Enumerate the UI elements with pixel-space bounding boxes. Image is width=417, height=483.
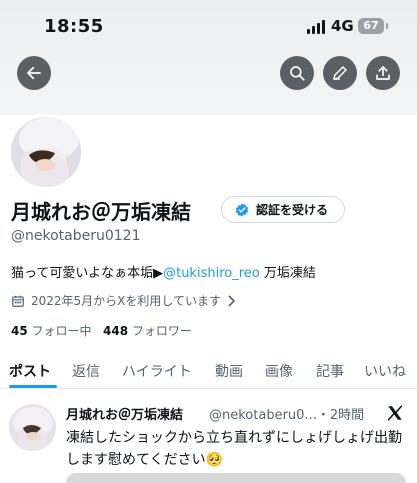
tab-videos[interactable]: 動画 bbox=[215, 361, 243, 381]
joined-date[interactable]: 2022年5月からXを利用しています bbox=[11, 292, 237, 309]
tweet-author-handle: @nekotaberu0... bbox=[209, 408, 317, 423]
get-verified-button[interactable]: 認証を受ける bbox=[221, 196, 345, 223]
network-type: 4G bbox=[331, 17, 354, 35]
arrow-left-icon bbox=[27, 66, 41, 80]
tweet-text: 凍結したショックから立ち直れずにしょげしょげ出勤します慰めてください🥺 bbox=[66, 430, 402, 468]
search-icon bbox=[290, 66, 305, 81]
tweet-media[interactable] bbox=[66, 473, 406, 483]
chevron-right-icon bbox=[228, 294, 236, 307]
profile-tabs: ポスト 返信 ハイライト 動画 画像 記事 いいね bbox=[0, 355, 417, 389]
tab-images[interactable]: 画像 bbox=[265, 361, 293, 381]
calendar-icon bbox=[12, 295, 24, 307]
tab-replies[interactable]: 返信 bbox=[72, 361, 100, 381]
tab-highlights[interactable]: ハイライト bbox=[122, 361, 192, 381]
bio-suffix: 万垢凍結 bbox=[259, 266, 316, 281]
get-verified-label: 認証を受ける bbox=[256, 203, 329, 217]
tweet-meta: @nekotaberu0...・2時間 bbox=[209, 404, 364, 423]
followers-label: フォロワー bbox=[131, 324, 192, 338]
following-count: 45 bbox=[11, 324, 28, 338]
following-link[interactable]: 45 フォロー中 bbox=[11, 324, 92, 338]
followers-link[interactable]: 448 フォロワー bbox=[103, 324, 192, 338]
back-button[interactable] bbox=[17, 56, 51, 90]
search-button[interactable] bbox=[280, 56, 314, 90]
battery-cap bbox=[386, 23, 388, 29]
bio-mention-link[interactable]: @tukishiro_reo bbox=[163, 266, 260, 281]
share-button[interactable] bbox=[366, 56, 400, 90]
following-label: フォロー中 bbox=[31, 324, 92, 338]
signal-icon bbox=[307, 20, 325, 34]
display-name: 月城れお＠万垢凍結 bbox=[11, 200, 191, 224]
tweet-avatar[interactable] bbox=[9, 404, 56, 451]
x-logo-icon bbox=[387, 405, 403, 421]
share-icon bbox=[376, 66, 390, 80]
profile-handle: @nekotaberu0121 bbox=[11, 228, 141, 244]
tab-posts[interactable]: ポスト bbox=[9, 361, 51, 381]
joined-label: 2022年5月からXを利用しています bbox=[31, 294, 222, 308]
bio-text: 猫って可愛いよなぁ本垢▶ bbox=[11, 266, 164, 281]
battery-icon: 67 bbox=[358, 18, 384, 34]
tweet-time: ・2時間 bbox=[316, 408, 365, 423]
tweet-author-name: 月城れお＠万垢凍結 bbox=[66, 408, 184, 423]
follow-stats: 45 フォロー中 448 フォロワー bbox=[11, 322, 192, 339]
edit-button[interactable] bbox=[323, 56, 357, 90]
profile-avatar[interactable] bbox=[8, 114, 84, 190]
pencil-icon bbox=[333, 66, 347, 80]
followers-count: 448 bbox=[103, 324, 129, 338]
tab-articles[interactable]: 記事 bbox=[316, 361, 344, 381]
active-tab-indicator bbox=[9, 385, 57, 388]
status-time: 18:55 bbox=[44, 16, 104, 37]
profile-bio: 猫って可愛いよなぁ本垢▶@tukishiro_reo 万垢凍結 bbox=[11, 262, 316, 281]
verified-badge-icon bbox=[235, 202, 249, 217]
tab-likes[interactable]: いいね bbox=[364, 361, 406, 381]
